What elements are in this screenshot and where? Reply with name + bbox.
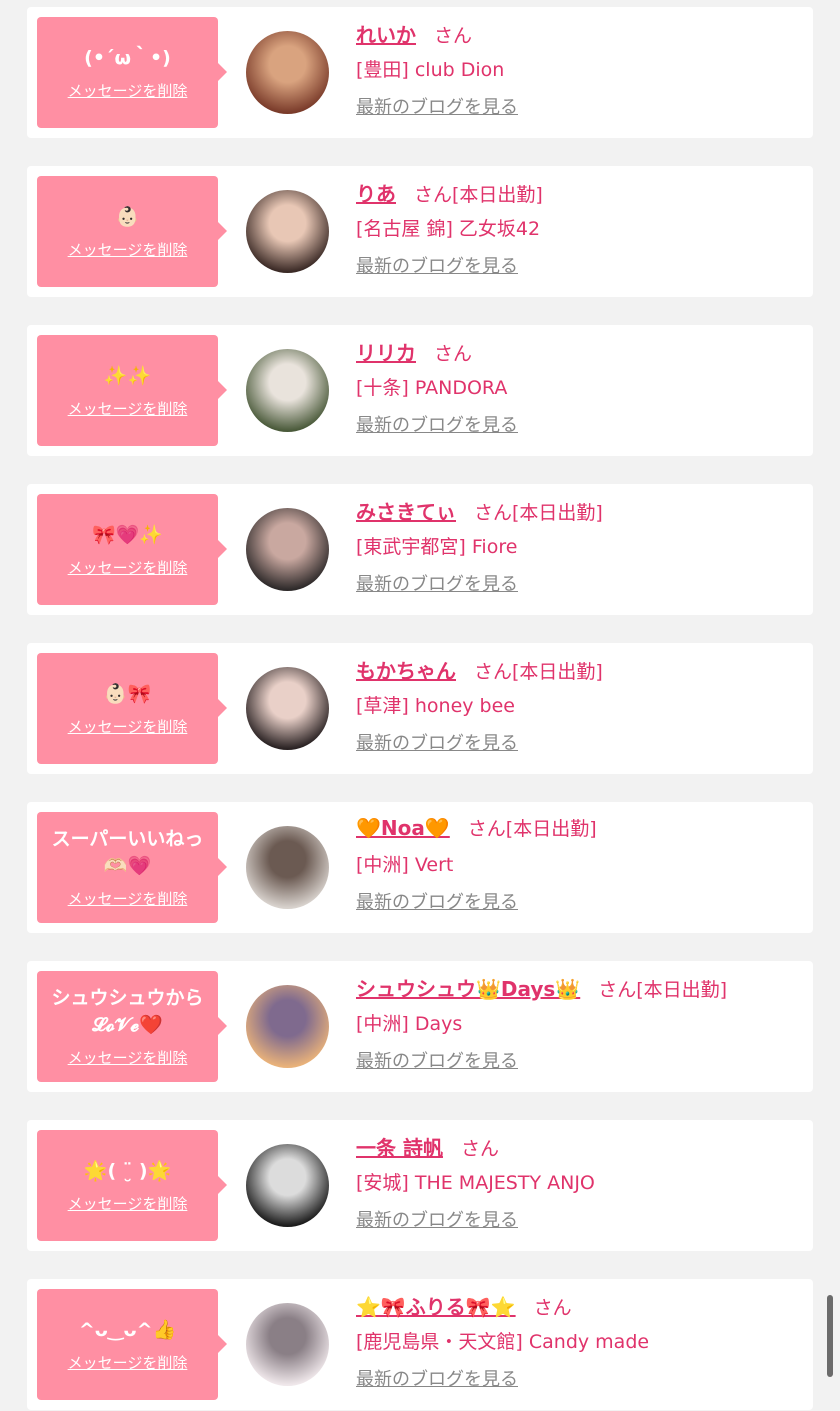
honorific: さん [460,1138,499,1160]
shop-name: [草津] honey bee [356,695,515,717]
sender-info: りあ さん [本日出勤] [名古屋 錦] 乙女坂42 最新のブログを見る [356,178,806,278]
latest-blog-link[interactable]: 最新のブログを見る [356,1206,518,1232]
sender-name-link[interactable]: りあ [356,178,396,207]
latest-blog-link[interactable]: 最新のブログを見る [356,411,518,437]
message-text: 👶🏻 [115,205,140,228]
sender-info: ⭐🎀ふりる🎀⭐ さん [鹿児島県・天文館] Candy made 最新のブログを… [356,1291,806,1391]
message-bubble: ^ᴗ‿ᴗ^👍 メッセージを削除 [37,1289,227,1400]
avatar[interactable] [246,508,329,591]
message-text: スーパーいいねっ 🫶🏻💗 [51,828,204,877]
avatar[interactable] [246,985,329,1068]
sender-name-link[interactable]: 🧡Noa🧡 [356,816,450,840]
message-bubble: 👶🏻🎀 メッセージを削除 [37,653,227,764]
sender-info: もかちゃん さん [本日出勤] [草津] honey bee 最新のブログを見る [356,655,806,755]
sender-info: れいか さん [豊田] club Dion 最新のブログを見る [356,19,806,119]
shop-name: [中洲] Vert [356,854,454,876]
sender-name-link[interactable]: リリカ [356,337,416,366]
shop-name: [名古屋 錦] 乙女坂42 [356,218,541,240]
honorific: さん [434,25,473,47]
honorific: さん [533,1297,572,1319]
message-bubble: 🎀💗✨ メッセージを削除 [37,494,227,605]
shop-name: [鹿児島県・天文館] Candy made [356,1331,650,1353]
sender-name-link[interactable]: みさきてぃ [356,496,456,525]
latest-blog-link[interactable]: 最新のブログを見る [356,1365,518,1391]
avatar[interactable] [246,1144,329,1227]
latest-blog-link[interactable]: 最新のブログを見る [356,570,518,596]
delete-message-link[interactable]: メッセージを削除 [68,1047,188,1068]
latest-blog-link[interactable]: 最新のブログを見る [356,1047,518,1073]
message-bubble: ✨✨ メッセージを削除 [37,335,227,446]
delete-message-link[interactable]: メッセージを削除 [68,557,188,578]
delete-message-link[interactable]: メッセージを削除 [68,398,188,419]
message-text: (•´ω｀•) [84,46,171,69]
sender-name-link[interactable]: 一条 詩帆 [356,1132,443,1161]
working-today-badge: [本日出勤] [505,818,597,840]
message-text: 🌟( ¨̮ )🌟 [83,1159,172,1182]
honorific: さん [474,502,513,524]
message-card: 👶🏻 メッセージを削除 りあ さん [本日出勤] [名古屋 錦] 乙女坂42 最… [27,166,813,297]
delete-message-link[interactable]: メッセージを削除 [68,716,188,737]
sender-info: 🧡Noa🧡 さん [本日出勤] [中洲] Vert 最新のブログを見る [356,814,806,914]
message-card: (•´ω｀•) メッセージを削除 れいか さん [豊田] club Dion 最… [27,7,813,138]
message-bubble: シュウシュウから 𝓛𝓸𝓥𝓮❤️ メッセージを削除 [37,971,227,1082]
latest-blog-link[interactable]: 最新のブログを見る [356,252,518,278]
scrollbar[interactable] [827,1295,833,1377]
message-bubble: (•´ω｀•) メッセージを削除 [37,17,227,128]
avatar[interactable] [246,349,329,432]
shop-name: [東武宇都宮] Fiore [356,536,518,558]
shop-name: [豊田] club Dion [356,59,505,81]
delete-message-link[interactable]: メッセージを削除 [68,1352,188,1373]
avatar[interactable] [246,190,329,273]
honorific: さん [414,184,453,206]
message-card: シュウシュウから 𝓛𝓸𝓥𝓮❤️ メッセージを削除 シュウシュウ👑Days👑 さん… [27,961,813,1092]
shop-name: [安城] THE MAJESTY ANJO [356,1172,595,1194]
message-card: 🎀💗✨ メッセージを削除 みさきてぃ さん [本日出勤] [東武宇都宮] Fio… [27,484,813,615]
message-bubble: 🌟( ¨̮ )🌟 メッセージを削除 [37,1130,227,1241]
sender-name-link[interactable]: れいか [356,19,416,48]
message-text: ^ᴗ‿ᴗ^👍 [78,1318,177,1341]
message-card: 👶🏻🎀 メッセージを削除 もかちゃん さん [本日出勤] [草津] honey … [27,643,813,774]
sender-info: みさきてぃ さん [本日出勤] [東武宇都宮] Fiore 最新のブログを見る [356,496,806,596]
message-text: 🎀💗✨ [92,523,163,546]
sender-info: 一条 詩帆 さん [安城] THE MAJESTY ANJO 最新のブログを見る [356,1132,806,1232]
avatar[interactable] [246,667,329,750]
latest-blog-link[interactable]: 最新のブログを見る [356,888,518,914]
shop-name: [中洲] Days [356,1013,463,1035]
message-card: ✨✨ メッセージを削除 リリカ さん [十条] PANDORA 最新のブログを見… [27,325,813,456]
message-card: スーパーいいねっ 🫶🏻💗 メッセージを削除 🧡Noa🧡 さん [本日出勤] [中… [27,802,813,933]
honorific: さん [467,818,506,840]
message-text: 👶🏻🎀 [103,682,152,705]
sender-info: リリカ さん [十条] PANDORA 最新のブログを見る [356,337,806,437]
honorific: さん [474,661,513,683]
latest-blog-link[interactable]: 最新のブログを見る [356,93,518,119]
message-text: ✨✨ [103,364,152,387]
avatar[interactable] [246,826,329,909]
honorific: さん [598,979,637,1001]
delete-message-link[interactable]: メッセージを削除 [68,80,188,101]
latest-blog-link[interactable]: 最新のブログを見る [356,729,518,755]
sender-info: シュウシュウ👑Days👑 さん [本日出勤] [中洲] Days 最新のブログを… [356,973,806,1073]
delete-message-link[interactable]: メッセージを削除 [68,888,188,909]
honorific: さん [434,343,473,365]
sender-name-link[interactable]: もかちゃん [356,655,456,684]
message-bubble: 👶🏻 メッセージを削除 [37,176,227,287]
shop-name: [十条] PANDORA [356,377,508,399]
avatar[interactable] [246,31,329,114]
message-text: シュウシュウから 𝓛𝓸𝓥𝓮❤️ [51,987,204,1036]
working-today-badge: [本日出勤] [636,979,728,1001]
message-card: ^ᴗ‿ᴗ^👍 メッセージを削除 ⭐🎀ふりる🎀⭐ さん [鹿児島県・天文館] Ca… [27,1279,813,1410]
avatar[interactable] [246,1303,329,1386]
working-today-badge: [本日出勤] [452,184,543,206]
working-today-badge: [本日出勤] [512,502,603,524]
sender-name-link[interactable]: シュウシュウ👑Days👑 [356,973,580,1002]
delete-message-link[interactable]: メッセージを削除 [68,239,188,260]
sender-name-link[interactable]: ⭐🎀ふりる🎀⭐ [356,1291,516,1320]
delete-message-link[interactable]: メッセージを削除 [68,1193,188,1214]
message-card: 🌟( ¨̮ )🌟 メッセージを削除 一条 詩帆 さん [安城] THE MAJE… [27,1120,813,1251]
message-bubble: スーパーいいねっ 🫶🏻💗 メッセージを削除 [37,812,227,923]
working-today-badge: [本日出勤] [512,661,603,683]
